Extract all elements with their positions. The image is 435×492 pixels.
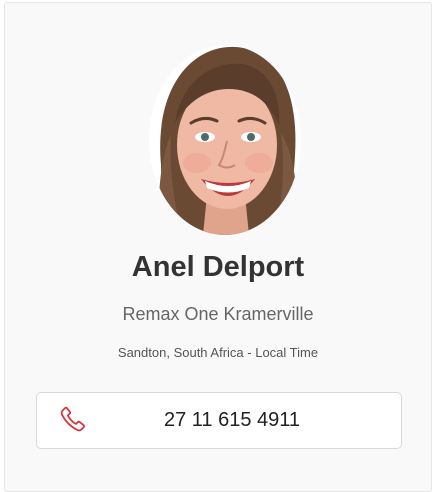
- agent-photo: [149, 45, 301, 235]
- agent-name: Anel Delport: [131, 251, 305, 283]
- agency-name: Remax One Kramerville: [122, 304, 314, 324]
- agent-location: Sandton, South Africa - Local Time: [117, 345, 319, 360]
- phone-icon: [59, 404, 87, 434]
- agent-card: Anel Delport Remax One Kramerville Sandt…: [4, 2, 432, 492]
- phone-button[interactable]: 27 11 615 4911: [36, 392, 402, 449]
- phone-number: 27 11 615 4911: [163, 409, 301, 431]
